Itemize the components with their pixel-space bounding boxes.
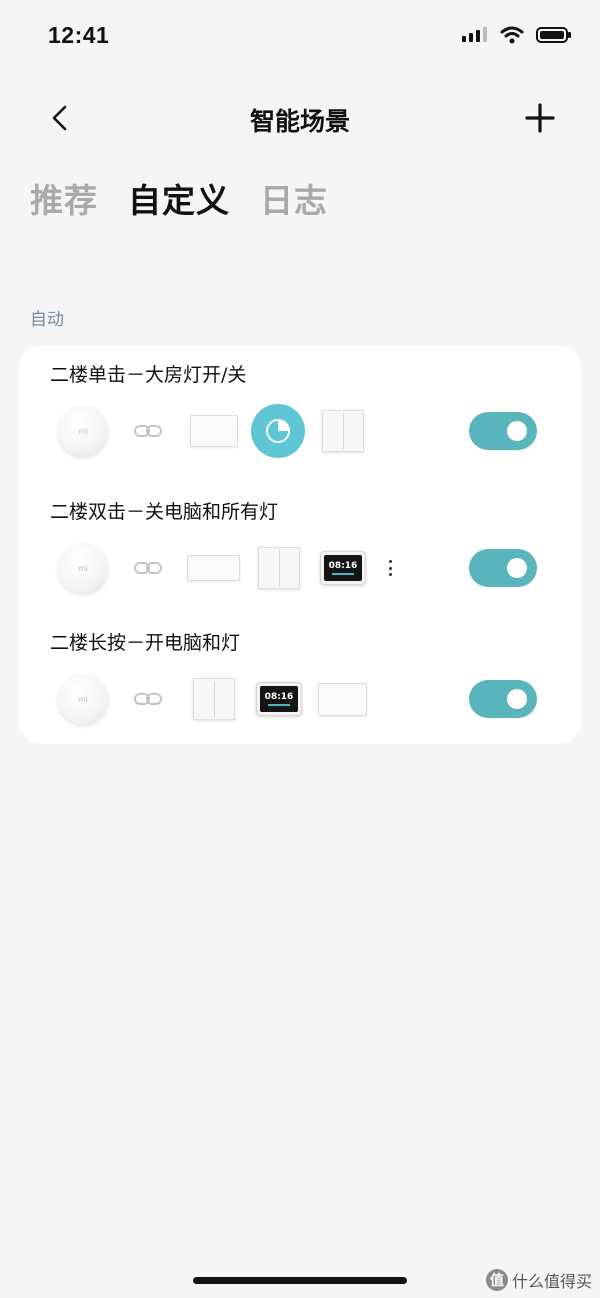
double-switch-device (258, 547, 300, 589)
home-indicator (193, 1277, 407, 1284)
device-row: mi 08:16 (19, 538, 581, 598)
mi-logo: mi (77, 563, 88, 573)
mi-logo: mi (77, 694, 88, 704)
status-time: 12:41 (48, 22, 110, 48)
clock-bar (332, 573, 354, 575)
scene-title: 二楼双击－关电脑和所有灯 (50, 501, 279, 523)
link-icon (134, 562, 162, 574)
status-icons (462, 26, 572, 44)
scene-title: 二楼单击－大房灯开/关 (50, 364, 247, 386)
scene-card: 二楼单击－大房灯开/关 mi 二楼双击－关电脑和所有灯 mi 08:16 二楼长… (19, 346, 581, 744)
double-switch-device (322, 410, 364, 452)
clock-screen: 08:16 (260, 686, 298, 712)
add-scene-button[interactable] (524, 102, 556, 134)
timer-device (251, 404, 305, 458)
page-title: 智能场景 (249, 107, 350, 136)
clock-screen: 08:16 (324, 555, 362, 581)
section-label-auto: 自动 (30, 310, 64, 330)
device-row: mi (19, 401, 581, 461)
scene-toggle[interactable] (469, 549, 537, 587)
double-switch-device (193, 678, 235, 720)
scene-item[interactable]: 二楼单击－大房灯开/关 mi (19, 346, 581, 476)
signal-icon (462, 27, 487, 42)
scene-item[interactable]: 二楼双击－关电脑和所有灯 mi 08:16 (19, 476, 581, 612)
scene-title: 二楼长按－开电脑和灯 (50, 632, 241, 654)
tab-custom[interactable]: 自定义 (128, 174, 230, 222)
timer-icon (266, 419, 290, 443)
light-panel-device (187, 555, 240, 581)
watermark-text: 什么值得买 (511, 1272, 592, 1291)
toggle-knob (507, 689, 527, 709)
plus-icon (525, 103, 555, 133)
scene-item[interactable]: 二楼长按－开电脑和灯 mi 08:16 (19, 612, 581, 744)
clock-time: 08:16 (264, 692, 294, 702)
battery-icon (536, 27, 571, 43)
mi-logo: mi (77, 426, 88, 436)
link-icon (134, 425, 162, 437)
header: 智能场景 (0, 90, 600, 146)
wall-panel-device (318, 683, 367, 716)
toggle-knob (507, 558, 527, 578)
toggle-knob (507, 421, 527, 441)
tab-recommended[interactable]: 推荐 (30, 174, 98, 222)
watermark-logo: 值 (485, 1269, 508, 1291)
clock-time: 08:16 (328, 561, 358, 571)
device-row: mi 08:16 (19, 669, 581, 729)
more-icon[interactable] (387, 560, 393, 576)
scene-toggle[interactable] (469, 412, 537, 450)
wifi-icon (500, 26, 524, 44)
wall-panel-device (190, 415, 238, 447)
smart-clock-device: 08:16 (320, 551, 366, 585)
watermark: 值 什么值得买 (485, 1268, 592, 1292)
smart-clock-device: 08:16 (256, 682, 302, 716)
wireless-button-device: mi (58, 406, 108, 456)
tab-bar: 推荐 自定义 日志 (30, 174, 328, 222)
tab-log[interactable]: 日志 (260, 174, 328, 222)
link-icon (134, 693, 162, 705)
scene-toggle[interactable] (469, 680, 537, 718)
clock-bar (268, 704, 290, 706)
status-bar: 12:41 (0, 0, 600, 76)
wireless-button-device: mi (58, 674, 108, 724)
wireless-button-device: mi (58, 543, 108, 593)
